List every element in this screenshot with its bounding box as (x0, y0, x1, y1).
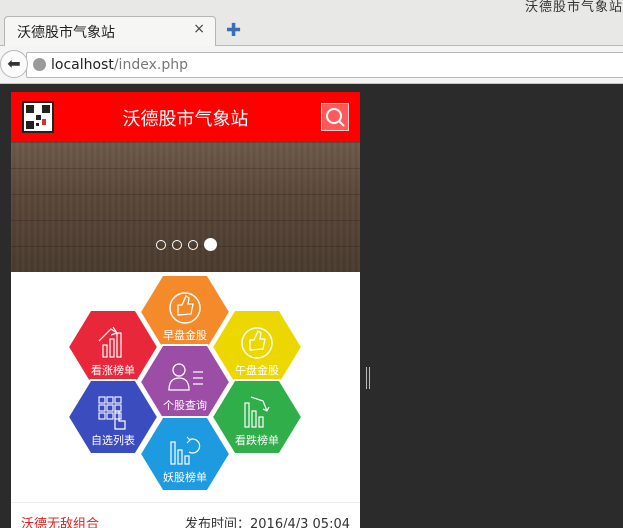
search-button[interactable] (321, 103, 349, 131)
publish-time: 发布时间：2016/4/3 05:04 (185, 517, 350, 528)
menu-item-label: 妖股榜单 (163, 470, 207, 484)
browser-tab[interactable]: 沃德股市气象站 × (4, 16, 216, 46)
url-path: /index.php (113, 57, 188, 73)
menu-item-label: 午盘金股 (235, 363, 279, 377)
browser-navbar: localhost/index.php ⬅ (0, 46, 623, 84)
back-button[interactable]: ⬅ (0, 50, 28, 78)
banner-carousel[interactable] (11, 142, 360, 272)
carousel-dot[interactable] (204, 238, 217, 251)
menu-item[interactable]: 妖股榜单 (138, 416, 232, 492)
search-icon (326, 108, 345, 127)
app-title: 沃德股市气象站 (122, 109, 249, 130)
news-title: 沃德无敌组合 (21, 517, 100, 528)
new-tab-icon[interactable]: ✚ (226, 20, 241, 41)
resize-handle[interactable] (366, 367, 372, 389)
app-header: 沃德股市气象站 (11, 92, 360, 142)
browser-tabstrip: 沃德股市气象站 沃德股市气象站 × ✚ (0, 0, 623, 46)
carousel-dot[interactable] (172, 240, 182, 250)
tab-close-icon[interactable]: × (193, 21, 205, 37)
tab-title: 沃德股市气象站 (17, 25, 115, 41)
menu-item-label: 自选列表 (91, 433, 135, 447)
carousel-dot[interactable] (156, 240, 166, 250)
menu-item-label: 看涨榜单 (91, 363, 135, 377)
menu-grid: 早盘金股看涨榜单 午盘金股个股查询自选列表 看跌榜单妖股榜单 (11, 272, 360, 502)
hex-menu: 早盘金股看涨榜单 午盘金股个股查询自选列表 看跌榜单妖股榜单 (66, 274, 304, 492)
menu-item-label: 早盘金股 (163, 328, 207, 342)
menu-item-label: 个股查询 (163, 398, 207, 412)
carousel-dot[interactable] (188, 240, 198, 250)
news-row[interactable]: 沃德无敌组合 发布时间：2016/4/3 05:04 (11, 502, 360, 528)
mobile-page: 沃德股市气象站 早盘金股看涨榜单 午盘金股个股查询自选列表 看跌榜单妖股榜单 沃德无… (11, 92, 360, 528)
url-host: localhost (51, 57, 114, 73)
url-bar[interactable]: localhost/index.php (26, 52, 623, 78)
menu-item-label: 看跌榜单 (235, 433, 279, 447)
url-text: localhost/index.php (51, 57, 188, 73)
globe-icon (33, 58, 46, 71)
window-title: 沃德股市气象站 (524, 0, 623, 15)
